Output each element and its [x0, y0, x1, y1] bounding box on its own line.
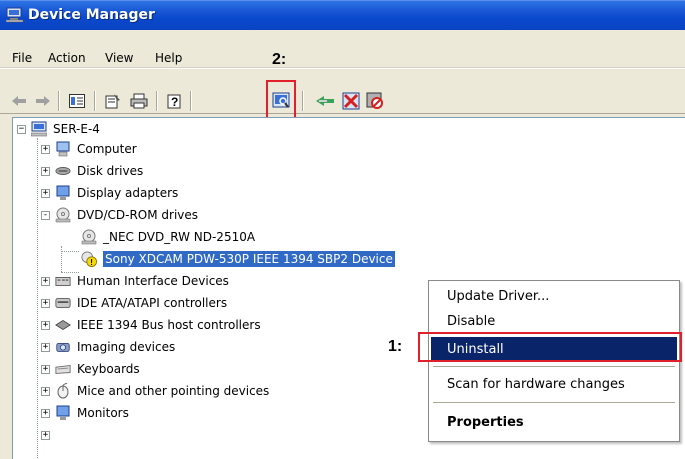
toolbar: ?: [0, 68, 685, 114]
tree-item-label: Keyboards: [77, 362, 140, 376]
console-tree-icon[interactable]: [66, 91, 88, 111]
menu-separator: [433, 366, 675, 367]
tree-item-label: Display adapters: [77, 186, 179, 200]
expand-toggle[interactable]: +: [41, 430, 50, 440]
tree-item-label: Computer: [77, 142, 137, 156]
toolbar-separator: [156, 91, 158, 111]
tree-item-label: IEEE 1394 Bus host controllers: [77, 318, 261, 332]
mouse-icon: [55, 383, 71, 399]
menu-item-update-driver[interactable]: Update Driver...: [431, 284, 677, 308]
expand-toggle[interactable]: +: [41, 342, 50, 352]
step-2-annotation: 2:: [272, 51, 287, 68]
expand-toggle[interactable]: +: [41, 166, 50, 176]
tree-item-display-adapters[interactable]: + Display adapters: [41, 182, 178, 204]
tree-connector: [37, 138, 38, 459]
svg-text:?: ?: [171, 95, 178, 109]
toolbar-highlight-box: [266, 80, 296, 122]
tree-item-imaging-devices[interactable]: + Imaging devices: [41, 336, 175, 358]
computer-monitor-icon: [31, 121, 47, 137]
toolbar-separator: [58, 91, 60, 111]
collapse-toggle[interactable]: −: [17, 124, 26, 134]
device-manager-window: Device Manager File Action View Help 2: …: [0, 0, 685, 459]
print-icon[interactable]: [128, 91, 150, 111]
device-manager-icon: [5, 7, 24, 26]
update-driver-icon[interactable]: [314, 91, 336, 111]
cd-drive-icon: [55, 207, 71, 223]
tree-item-monitors[interactable]: + Monitors: [41, 402, 129, 424]
menu-action[interactable]: Action: [48, 51, 86, 65]
tree-item-label: _NEC DVD_RW ND-2510A: [103, 230, 256, 244]
svg-text:!: !: [90, 258, 93, 267]
menu-separator: [433, 402, 675, 403]
menu-item-properties[interactable]: Properties: [431, 410, 677, 434]
display-adapter-icon: [55, 185, 71, 201]
toolbar-separator: [190, 91, 192, 111]
camera-icon: [55, 339, 71, 355]
tree-item-sony-xdcam[interactable]: ! Sony XDCAM PDW-530P IEEE 1394 SBP2 Dev…: [81, 248, 395, 270]
tree-root[interactable]: − SER-E-4: [17, 118, 100, 140]
tree-item-human-interface-devices[interactable]: + Human Interface Devices: [41, 270, 229, 292]
warning-device-icon: !: [81, 251, 97, 267]
expand-toggle[interactable]: +: [41, 320, 50, 330]
tree-item-computer[interactable]: + Computer: [41, 138, 137, 160]
expand-toggle[interactable]: +: [41, 144, 50, 154]
uninstall-icon[interactable]: [340, 91, 362, 111]
tree-item-mice[interactable]: + Mice and other pointing devices: [41, 380, 269, 402]
help-icon[interactable]: ?: [164, 91, 186, 111]
tree-item-label: Sony XDCAM PDW-530P IEEE 1394 SBP2 Devic…: [103, 251, 395, 267]
tree-item-keyboards[interactable]: + Keyboards: [41, 358, 140, 380]
expand-toggle[interactable]: +: [41, 188, 50, 198]
menu-view[interactable]: View: [105, 51, 133, 65]
collapse-toggle[interactable]: -: [41, 210, 50, 220]
tree-item-disk-drives[interactable]: + Disk drives: [41, 160, 143, 182]
menu-help[interactable]: Help: [155, 51, 182, 65]
ieee1394-icon: [55, 317, 71, 333]
title-bar[interactable]: Device Manager: [0, 0, 685, 30]
tree-root-label: SER-E-4: [53, 122, 100, 136]
tree-item-dvd-cd-rom-drives[interactable]: - DVD/CD-ROM drives: [41, 204, 198, 226]
expand-toggle[interactable]: +: [41, 298, 50, 308]
toolbar-separator: [302, 91, 304, 111]
tree-item-ide-ata-atapi-controllers[interactable]: + IDE ATA/ATAPI controllers: [41, 292, 227, 314]
toolbar-separator: [94, 91, 96, 111]
tree-item-label: Disk drives: [77, 164, 144, 178]
tree-item-label: Monitors: [77, 406, 129, 420]
tree-item-label: Mice and other pointing devices: [77, 384, 270, 398]
expand-toggle[interactable]: +: [41, 276, 50, 286]
ide-controller-icon: [55, 295, 71, 311]
menu-item-disable[interactable]: Disable: [431, 309, 677, 333]
tree-item-label: IDE ATA/ATAPI controllers: [77, 296, 228, 310]
hid-icon: [55, 273, 71, 289]
menu-file[interactable]: File: [12, 51, 32, 65]
tree-item-label: Imaging devices: [77, 340, 176, 354]
tree-item-ieee-1394-bus-host-controllers[interactable]: + IEEE 1394 Bus host controllers: [41, 314, 261, 336]
disable-icon[interactable]: [364, 91, 386, 111]
expand-toggle[interactable]: +: [41, 386, 50, 396]
window-title: Device Manager: [28, 7, 155, 23]
keyboard-icon: [55, 361, 71, 377]
menu-item-scan-hardware[interactable]: Scan for hardware changes: [431, 372, 677, 396]
tree-item-label: Human Interface Devices: [77, 274, 229, 288]
tree-item-partial[interactable]: +: [41, 424, 55, 446]
tree-connector: [61, 251, 79, 252]
tree-connector: [61, 246, 62, 272]
back-arrow-icon[interactable]: [8, 91, 30, 111]
tree-item-label: DVD/CD-ROM drives: [77, 208, 199, 222]
monitor-icon: [55, 405, 71, 421]
step-1-annotation: 1:: [388, 338, 403, 355]
properties-icon[interactable]: [102, 91, 124, 111]
uninstall-highlight-box: [418, 332, 682, 362]
forward-arrow-icon[interactable]: [32, 91, 54, 111]
disk-drive-icon: [55, 163, 71, 179]
tree-item-nec-dvd[interactable]: _NEC DVD_RW ND-2510A: [81, 226, 255, 248]
expand-toggle[interactable]: +: [41, 364, 50, 374]
cd-drive-icon: [81, 229, 97, 245]
menu-bar: File Action View Help 2:: [0, 30, 685, 68]
computer-icon: [55, 141, 71, 157]
expand-toggle[interactable]: +: [41, 408, 50, 418]
